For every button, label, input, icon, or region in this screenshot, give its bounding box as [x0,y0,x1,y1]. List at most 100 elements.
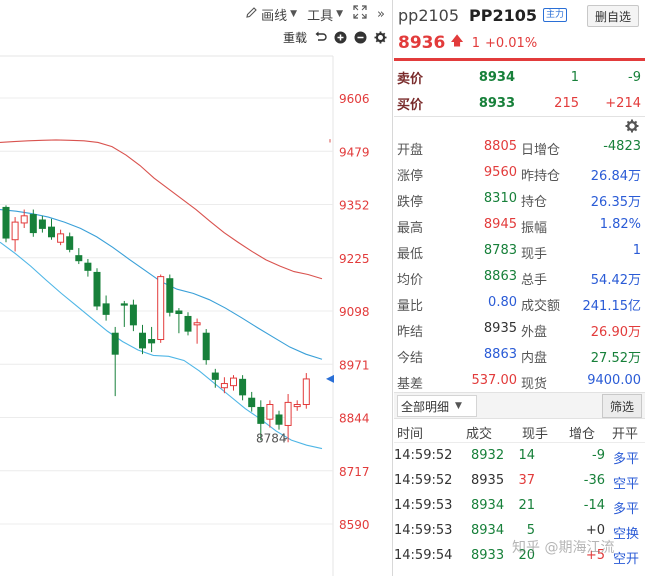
collapse-panel-button[interactable]: » [377,7,385,22]
ask-label: 卖价 [397,71,424,87]
stats-row: 今结 8863 内盘 27.52万 [394,342,645,368]
tick-oi-change: +5 [585,548,605,563]
stat-value: 9400.00 [587,373,641,388]
stat-label: 内盘 [521,351,548,366]
gear-icon[interactable] [625,119,639,133]
reload-button[interactable]: 重载 [283,29,307,46]
col-oi: 增仓 [569,427,596,442]
candle-body [120,303,128,306]
divider [394,116,645,117]
tick-oi-change: -9 [592,448,605,463]
tick-type: 多平 [612,452,639,467]
detail-select-value: 全部明细 [401,399,450,414]
stat-label: 持仓 [521,195,548,210]
tick-row: 14:59:52 8935 37 -36 空平 [394,468,645,493]
stats-row: 开盘 8805 日增仓 -4823 [394,134,645,160]
tick-time: 14:59:52 [394,473,453,488]
price-change: 1 [471,35,480,51]
candle-body [293,404,301,408]
price-row: 8936 🡅 1 +0.01% [394,31,645,55]
candlestick-chart[interactable]: 9606 9479 9352 9225 9098 8971 8844 8717 8590 8784 [0,0,393,576]
stat-value: 537.00 [471,373,518,388]
stat-value: 0.80 [488,295,517,310]
bid-row: 买价 8933 215 +214 [394,90,645,116]
candle-body [93,271,101,307]
bid-delta: +214 [605,95,641,111]
tick-price: 8933 [471,548,505,563]
stat-value: 26.35万 [590,195,641,210]
tick-volume: 37 [518,473,535,488]
tick-oi-change: +0 [585,523,605,538]
stats-row: 基差 537.00 现货 9400.00 [394,368,645,394]
pencil-icon [245,6,258,23]
draw-line-label: 画线 [261,8,288,24]
y-tick-label: 8590 [339,518,370,532]
main-contract-badge: 主力 [543,8,568,22]
tick-price: 8932 [471,448,505,463]
gear-icon[interactable] [373,30,387,44]
stat-value: 241.15亿 [582,299,642,314]
stats-row: 最高 8945 振幅 1.82% [394,212,645,238]
symbol-code: pp2105 [398,5,460,25]
candle-body [157,276,165,341]
filter-button[interactable]: 筛选 [602,394,642,418]
candle-body [275,414,283,425]
contract-name: PP2105 [469,5,538,25]
stat-label: 昨结 [397,325,424,340]
stats-row: 最低 8783 现手 1 [394,238,645,264]
ask-volume: 1 [570,69,579,85]
bid-label: 买价 [397,97,424,113]
candle-body [102,303,110,315]
stat-label: 昨持仓 [521,169,561,184]
remove-watchlist-button[interactable]: 删自选 [587,5,639,27]
zoom-out-icon[interactable] [353,30,367,44]
stat-value: 8863 [483,347,517,362]
candle-body [129,304,137,326]
tick-type: 空换 [612,527,639,542]
chart-panel[interactable]: 9606 9479 9352 9225 9098 8971 8844 8717 8590 8784… [0,0,393,576]
candle-body [84,262,92,271]
detail-select[interactable]: 全部明细 ▼ [397,395,477,417]
stats-row: 均价 8863 总手 54.42万 [394,264,645,290]
detail-toolbar: 全部明细 ▼ 筛选 [394,392,645,419]
candle-body [248,397,256,408]
draw-line-button[interactable]: 画线 ▼ [245,5,297,24]
candle-body [38,219,46,229]
low-annotation-label: 8784 [256,432,287,446]
candle-body [202,332,210,361]
tick-volume: 20 [518,548,535,563]
stat-label: 开盘 [397,143,424,158]
stat-label: 振幅 [521,221,548,236]
double-chevron-right-icon: » [377,6,385,22]
candle-body [20,215,28,224]
ask-price: 8934 [478,69,515,85]
tick-price: 8934 [471,523,505,538]
tick-time: 14:59:54 [394,548,453,563]
y-tick-label: 8844 [339,412,370,426]
chart-toolbar: 画线 ▼ 工具 ▼ » [0,0,393,28]
tools-button[interactable]: 工具 ▼ [307,5,343,24]
stat-value: 1.82% [599,217,641,232]
tick-oi-change: -14 [583,498,605,513]
stat-value: -4823 [603,139,641,154]
tick-volume: 21 [518,498,535,513]
undo-icon[interactable] [313,30,327,44]
y-tick-label: 8717 [339,465,370,479]
zoom-in-icon[interactable] [333,30,347,44]
col-time: 时间 [397,427,424,442]
stats-row: 涨停 9560 昨持仓 26.84万 [394,160,645,186]
stat-value: 8945 [483,217,517,232]
divider [394,58,645,61]
tick-oi-change: -36 [583,473,605,488]
quote-panel: pp2105 PP2105 主力 删自选 8936 🡅 1 +0.01% 卖价 … [394,0,645,576]
stat-value: 8805 [483,139,517,154]
fullscreen-button[interactable] [353,5,367,23]
tick-time: 14:59:53 [394,523,453,538]
chevron-down-icon: ▼ [455,401,462,411]
candle-body [48,226,55,238]
stat-value: 8863 [483,269,517,284]
bid-price: 8933 [478,95,515,111]
stat-value: 27.52万 [590,351,641,366]
tick-volume: 5 [526,523,535,538]
stat-label: 成交额 [521,299,561,314]
